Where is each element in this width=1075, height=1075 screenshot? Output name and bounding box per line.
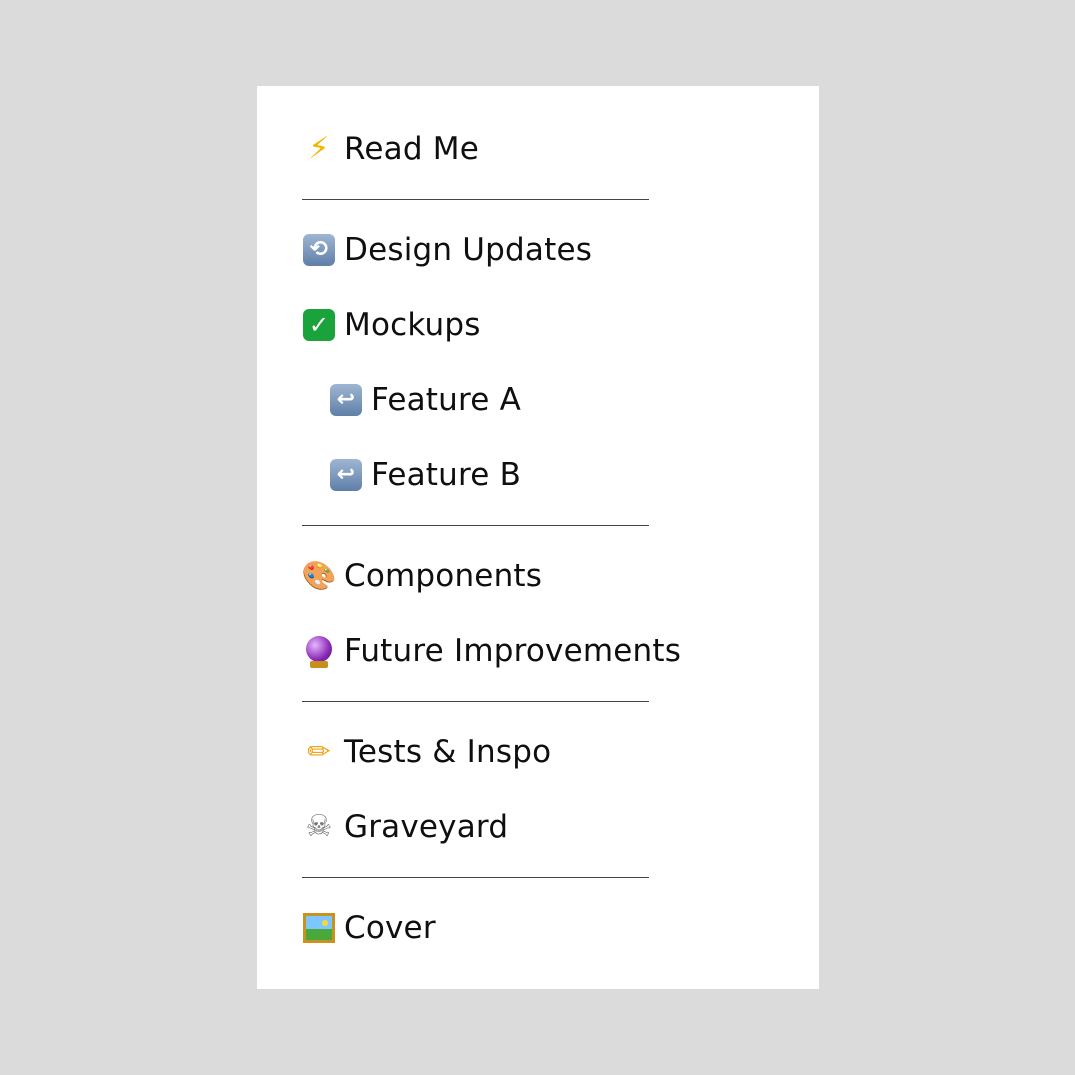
page-item-mockups[interactable]: ✓ Mockups — [302, 300, 802, 350]
page-item-future-improvements[interactable]: Future Improvements — [302, 626, 802, 676]
page-item-components[interactable]: 🎨 Components — [301, 551, 802, 601]
page-item-feature-a[interactable]: ↩ Feature A — [302, 375, 802, 425]
pages-panel: ⚡ Read Me ⟲ Design Updates ✓ Mockups ↩ F… — [257, 86, 819, 989]
lightning-bolt-icon: ⚡ — [308, 131, 330, 166]
counterclockwise-arrows-icon: ⟲ — [302, 233, 336, 267]
section-divider — [302, 701, 649, 702]
page-item-tests-inspo[interactable]: ✏ Tests & Inspo — [302, 727, 802, 777]
page-label: Design Updates — [344, 232, 593, 268]
skull-and-crossbones-icon: ☠ — [305, 809, 333, 844]
page-label: Cover — [344, 910, 436, 946]
pencil-icon: ✏ — [307, 735, 331, 768]
crystal-ball-icon — [302, 634, 336, 668]
page-label: Read Me — [344, 131, 479, 167]
page-item-read-me[interactable]: ⚡ Read Me — [302, 124, 802, 174]
check-mark-button-icon: ✓ — [302, 308, 336, 342]
section-divider — [302, 525, 649, 526]
page-item-feature-b[interactable]: ↩ Feature B — [302, 450, 802, 500]
page-item-design-updates[interactable]: ⟲ Design Updates — [302, 225, 802, 275]
right-arrow-curving-left-icon: ↩ — [329, 383, 363, 417]
page-label: Tests & Inspo — [344, 734, 552, 770]
page-label: Feature B — [371, 457, 522, 493]
pages-list: ⚡ Read Me ⟲ Design Updates ✓ Mockups ↩ F… — [301, 124, 802, 978]
section-divider — [302, 199, 649, 200]
page-item-graveyard[interactable]: ☠ Graveyard — [302, 802, 802, 852]
right-arrow-curving-left-icon: ↩ — [329, 458, 363, 492]
artist-palette-icon: 🎨 — [301, 559, 337, 592]
framed-picture-icon — [302, 911, 336, 945]
section-divider — [302, 877, 649, 878]
page-label: Feature A — [371, 382, 522, 418]
page-label: Components — [344, 558, 543, 594]
page-label: Mockups — [344, 307, 481, 343]
page-label: Graveyard — [344, 809, 509, 845]
page-label: Future Improvements — [344, 633, 682, 669]
page-item-cover[interactable]: Cover — [302, 903, 802, 953]
